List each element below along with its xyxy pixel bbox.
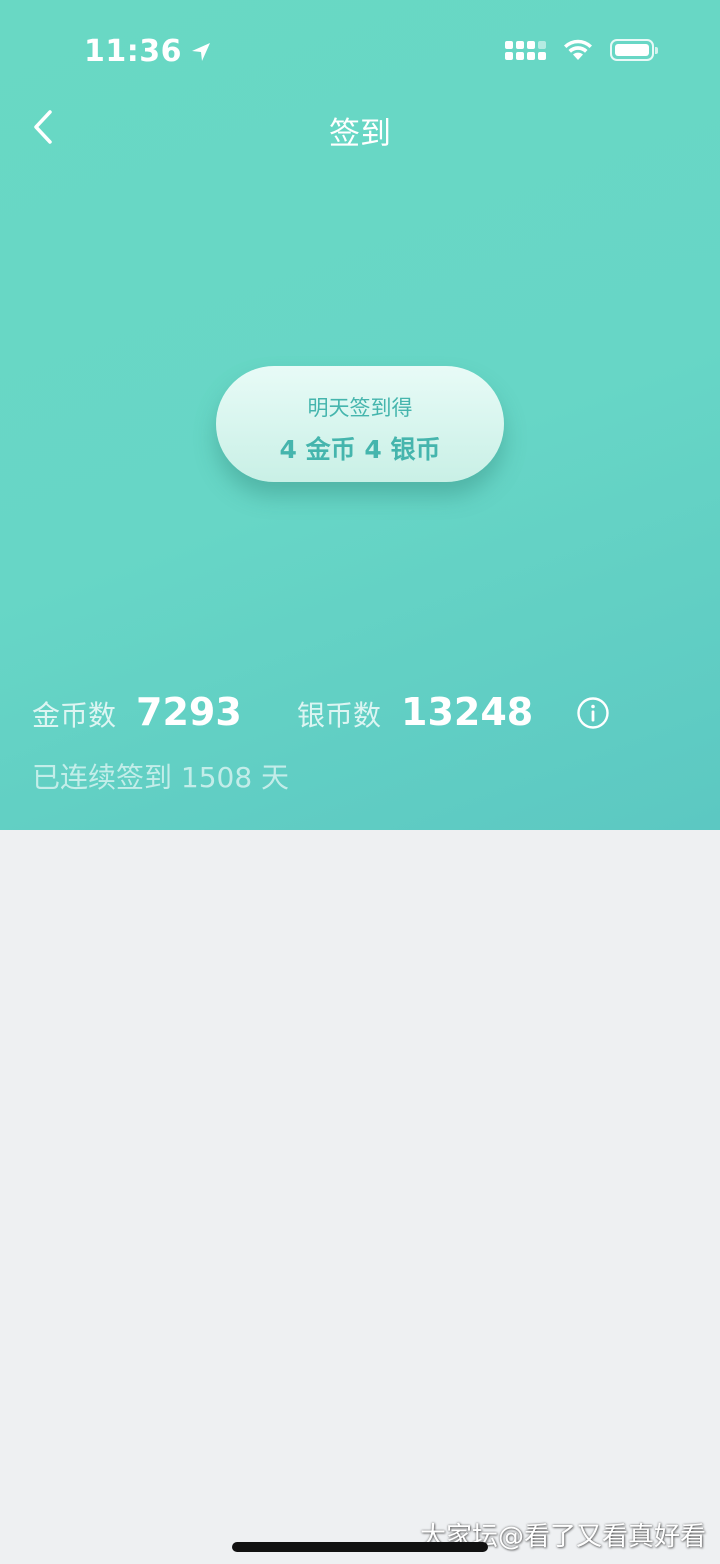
silver-coin-stat: 银币数 13248: [297, 690, 533, 734]
info-button[interactable]: [576, 696, 610, 730]
silver-coin-value: 13248: [401, 690, 534, 734]
wifi-icon: [564, 39, 592, 60]
checkin-reward-amount: 4 金币 4 银币: [279, 435, 441, 464]
gold-coin-value: 7293: [136, 690, 242, 734]
checkin-reward-button[interactable]: 明天签到得 4 金币 4 银币: [216, 366, 504, 482]
location-arrow-icon: [192, 42, 210, 61]
home-indicator[interactable]: [232, 1542, 488, 1552]
cellular-signal-icon: [505, 40, 546, 60]
gold-coin-label: 金币数: [32, 699, 117, 732]
coin-stats: 金币数 7293 银币数 13248: [32, 690, 533, 734]
status-icons: [505, 38, 658, 62]
silver-coin-label: 银币数: [297, 699, 382, 732]
checkin-streak: 已连续签到 1508 天: [32, 761, 290, 794]
checkin-tomorrow-label: 明天签到得: [307, 396, 413, 420]
gold-coin-stat: 金币数 7293: [32, 690, 297, 734]
status-time-text: 11:36: [84, 34, 182, 69]
battery-icon: [610, 39, 658, 61]
status-time: 11:36: [84, 34, 212, 69]
checkin-header: 11:36 签到 明天签到得 4 金币 4 银币 金币数 7293 银币数 13…: [0, 0, 720, 830]
page-title: 签到: [329, 116, 391, 152]
info-icon: [577, 697, 609, 729]
